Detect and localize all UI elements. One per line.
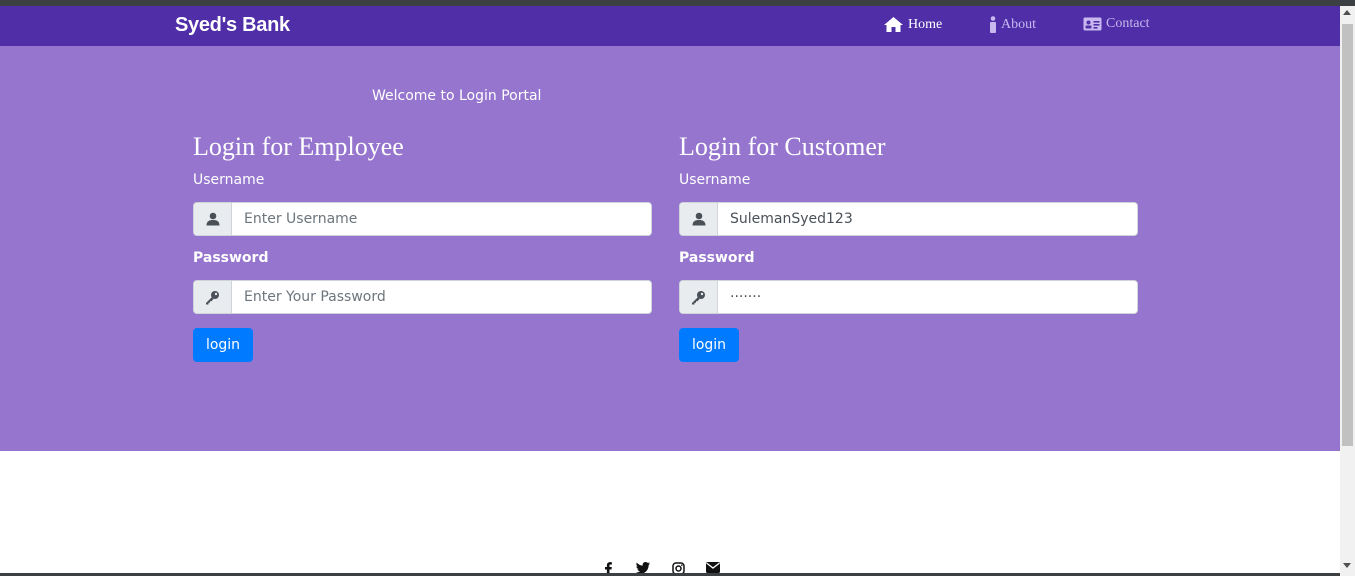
scroll-down-arrow-icon[interactable] — [1343, 563, 1351, 568]
nav-home-label: Home — [908, 16, 943, 32]
welcome-text: Welcome to Login Portal — [372, 88, 542, 104]
customer-password-input[interactable] — [718, 281, 1137, 313]
vertical-scrollbar[interactable] — [1340, 6, 1355, 576]
nav-about-label: About — [1001, 17, 1036, 32]
info-icon — [990, 16, 996, 33]
employee-login-title: Login for Employee — [193, 132, 404, 161]
customer-password-label: Password — [679, 250, 755, 266]
brand-logo[interactable]: Syed's Bank — [175, 14, 290, 37]
employee-login-form: Login for Employee Username Password log… — [193, 130, 653, 362]
customer-login-form: Login for Customer Username Password log… — [679, 130, 1139, 362]
employee-password-group — [193, 280, 652, 314]
customer-login-button[interactable]: login — [679, 328, 739, 362]
customer-username-label: Username — [679, 172, 751, 188]
user-icon — [194, 203, 232, 235]
home-icon — [884, 17, 903, 32]
nav-contact-label: Contact — [1106, 16, 1150, 31]
employee-password-input[interactable] — [232, 281, 651, 313]
user-icon — [680, 203, 718, 235]
employee-username-group — [193, 202, 652, 236]
nav-contact[interactable]: Contact — [1083, 16, 1150, 32]
nav-home[interactable]: Home — [883, 16, 942, 33]
key-icon — [680, 281, 718, 313]
key-icon — [194, 281, 232, 313]
employee-password-label: Password — [193, 250, 269, 266]
employee-username-input[interactable] — [232, 203, 651, 235]
nav-about[interactable]: About — [989, 16, 1036, 34]
customer-username-group — [679, 202, 1138, 236]
employee-login-button[interactable]: login — [193, 328, 253, 362]
employee-username-label: Username — [193, 172, 265, 188]
customer-password-group — [679, 280, 1138, 314]
customer-username-input[interactable] — [718, 203, 1137, 235]
scrollbar-thumb[interactable] — [1342, 24, 1353, 446]
navbar: Syed's Bank Home About Contact — [0, 6, 1340, 46]
scroll-up-arrow-icon[interactable] — [1343, 10, 1351, 15]
id-card-icon — [1083, 17, 1102, 31]
customer-login-title: Login for Customer — [679, 132, 886, 161]
